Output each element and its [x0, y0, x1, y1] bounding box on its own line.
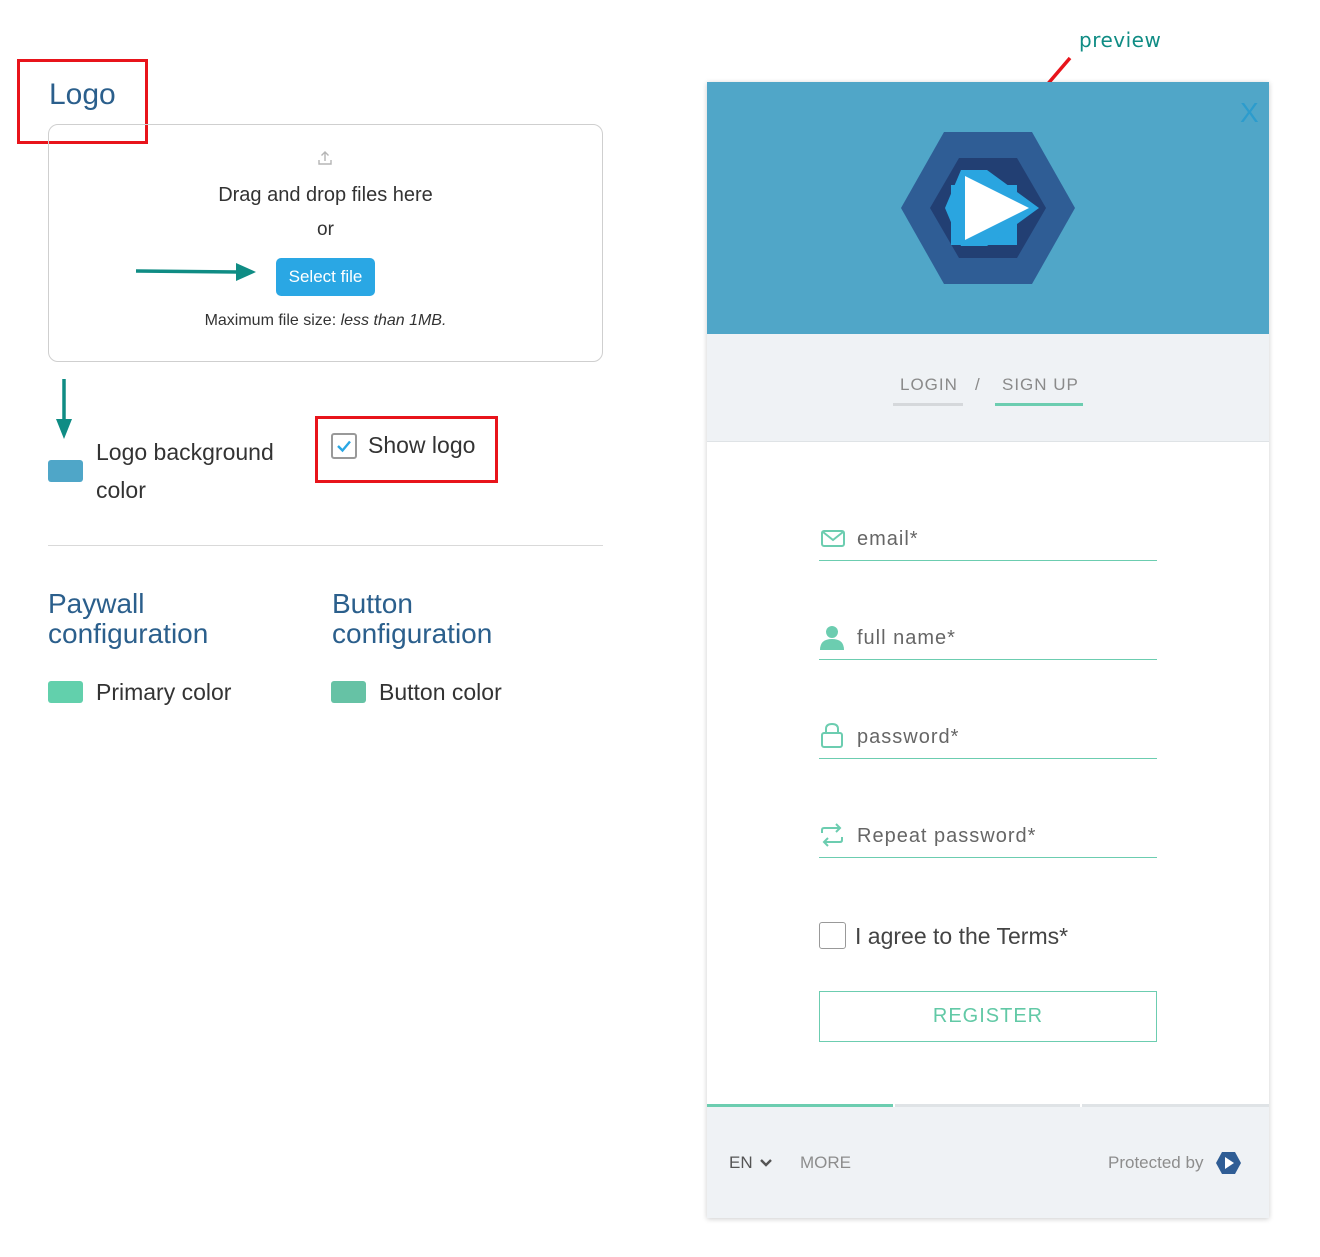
password-field-underline: [819, 758, 1157, 759]
widget-logo-header: X: [707, 82, 1269, 334]
max-file-size-text: Maximum file size: less than 1MB.: [48, 312, 603, 330]
max-size-prefix: Maximum file size:: [204, 312, 337, 329]
show-logo-checkbox[interactable]: [331, 433, 357, 459]
agree-terms-checkbox[interactable]: [819, 922, 846, 949]
arrow-down-annotation: [56, 379, 72, 439]
repeat-password-field[interactable]: Repeat password*: [857, 825, 1036, 848]
chevron-down-icon: [760, 1159, 773, 1167]
mail-icon: [821, 530, 845, 547]
tab-signup-underline: [995, 403, 1083, 406]
paywall-title-line2: configuration: [48, 618, 209, 649]
language-selector[interactable]: EN: [729, 1153, 773, 1173]
tab-signup[interactable]: SIGN UP: [1002, 375, 1079, 395]
register-button[interactable]: REGISTER: [819, 991, 1157, 1042]
check-icon: [337, 440, 351, 453]
arrow-right-annotation: [135, 263, 256, 281]
tab-login-underline: [893, 403, 963, 406]
dropzone-text: Drag and drop files here: [218, 184, 433, 206]
email-field-underline: [819, 560, 1157, 561]
primary-color-swatch[interactable]: [48, 681, 83, 703]
max-size-value: less than 1MB.: [340, 312, 447, 329]
paywall-configuration-title: Paywall configuration: [48, 589, 208, 649]
button-configuration-title: Button configuration: [332, 589, 492, 649]
upload-icon: [318, 151, 332, 165]
widget-footer: EN MORE Protected by: [707, 1107, 1269, 1218]
more-link[interactable]: MORE: [800, 1153, 851, 1173]
select-file-button[interactable]: Select file: [276, 258, 375, 296]
agree-terms-label: I agree to the Terms*: [855, 923, 1069, 949]
tab-separator: /: [975, 375, 981, 394]
show-logo-label: Show logo: [368, 432, 476, 458]
protected-by-text: Protected by: [1108, 1153, 1204, 1172]
logo-background-color-swatch[interactable]: [48, 460, 83, 482]
auth-tabs: LOGIN / SIGN UP: [707, 334, 1269, 442]
user-icon: [820, 626, 844, 650]
full-name-field-underline: [819, 659, 1157, 660]
language-label: EN: [729, 1153, 753, 1172]
paywall-title-line1: Paywall: [48, 588, 145, 619]
password-field[interactable]: password*: [857, 726, 959, 749]
logo-background-color-label: Logo background color: [96, 433, 274, 509]
lock-icon: [821, 722, 843, 748]
brand-small-logo-icon: [1216, 1152, 1241, 1174]
button-color-swatch[interactable]: [331, 681, 366, 703]
button-config-title-line1: Button: [332, 588, 413, 619]
logo-background-color-label-line1: Logo background: [96, 439, 274, 465]
dropzone-or-text: or: [317, 219, 334, 240]
full-name-field[interactable]: full name*: [857, 627, 956, 650]
repeat-password-field-underline: [819, 857, 1157, 858]
button-config-title-line2: configuration: [332, 618, 493, 649]
button-color-label: Button color: [379, 679, 502, 705]
tab-login[interactable]: LOGIN: [900, 375, 958, 395]
section-divider: [48, 545, 603, 546]
preview-label: preview: [1079, 28, 1162, 52]
email-field[interactable]: email*: [857, 528, 919, 551]
close-preview-button[interactable]: X: [1240, 97, 1259, 129]
repeat-icon: [821, 823, 843, 847]
logo-background-color-label-line2: color: [96, 477, 146, 503]
logo-section-title: Logo: [49, 78, 116, 111]
brand-logo-icon: [901, 132, 1075, 284]
primary-color-label: Primary color: [96, 679, 232, 705]
paywall-preview-widget: X LOGIN / SIGN UP email* full name* pass…: [707, 82, 1269, 1218]
